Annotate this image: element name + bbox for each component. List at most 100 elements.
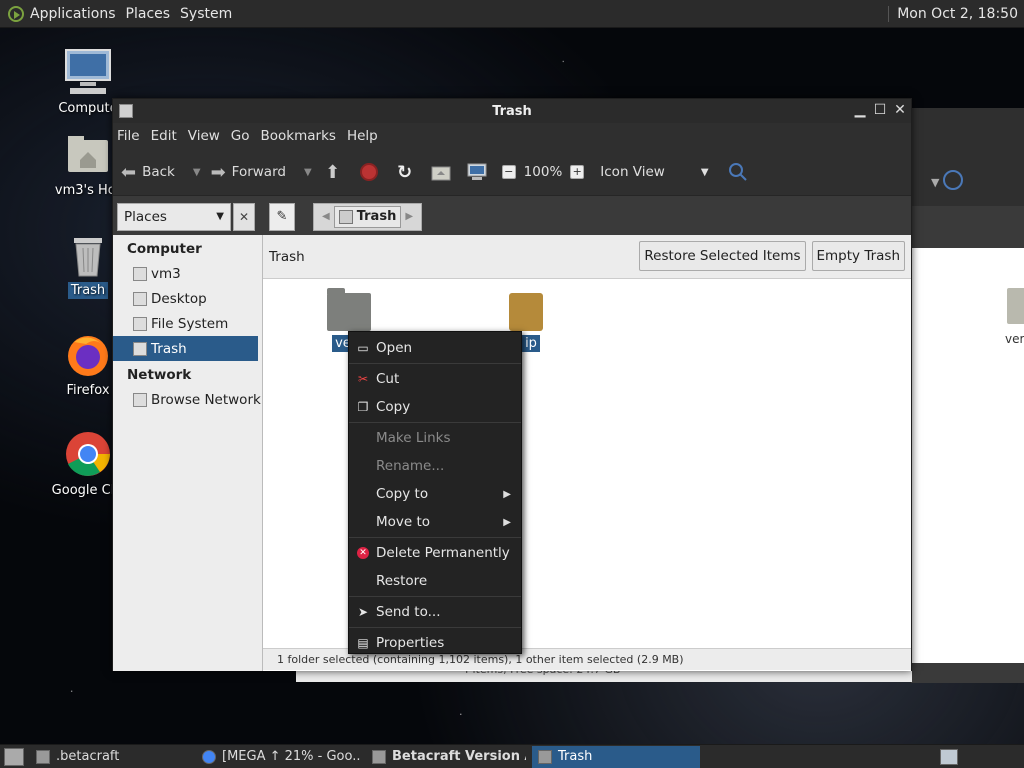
menu-applications[interactable]: Applications [30, 6, 116, 22]
folder-icon [36, 749, 50, 764]
menu-separator [349, 596, 521, 597]
arrow-right-icon: ➡ [210, 161, 226, 183]
menu-edit[interactable]: Edit [151, 128, 177, 144]
open-icon: ▭ [357, 341, 369, 355]
toolbar: ⬅ Back ▼ ➡ Forward ▼ ⬆ ↻ − 100% + Icon V… [113, 149, 911, 195]
menubar: File Edit View Go Bookmarks Help [113, 123, 911, 149]
home-folder-icon [133, 266, 147, 281]
menu-item-restore[interactable]: Restore [349, 567, 521, 595]
menu-item-move-to[interactable]: Move to ▶ [349, 508, 521, 536]
search-button[interactable] [727, 161, 749, 183]
menu-help[interactable]: Help [347, 128, 378, 144]
menu-bookmarks[interactable]: Bookmarks [261, 128, 336, 144]
home-button[interactable] [430, 161, 452, 183]
task-trash[interactable]: Trash [532, 745, 700, 768]
menu-item-send-to[interactable]: ➤ Send to... [349, 598, 521, 626]
back-history-dropdown[interactable]: ▼ [193, 167, 201, 178]
zoom-out-button[interactable]: − [501, 165, 516, 179]
path-right-arrow[interactable]: ▶ [401, 211, 417, 222]
arrow-left-icon: ⬅ [121, 161, 137, 183]
minimize-button[interactable]: ▁ [853, 102, 867, 118]
menu-item-open[interactable]: ▭ Open [349, 334, 521, 362]
task-label: [MEGA ↑ 21% - Goo... [222, 749, 360, 764]
stop-button[interactable] [358, 161, 380, 183]
menu-item-properties[interactable]: ▤ Properties [349, 629, 521, 657]
menu-item-copy[interactable]: ❐ Copy [349, 393, 521, 421]
app-icon [372, 749, 386, 764]
menu-item-label: Send to... [376, 604, 441, 620]
menu-go[interactable]: Go [231, 128, 250, 144]
search-icon[interactable] [943, 170, 963, 190]
delete-icon: ✕ [355, 545, 371, 561]
chevron-right-icon: ▶ [503, 488, 511, 500]
background-window[interactable]: ▼ vers [910, 108, 1024, 683]
trash-infobar: Trash Restore Selected Items Empty Trash [263, 235, 911, 279]
task-chrome[interactable]: [MEGA ↑ 21% - Goo... [196, 746, 360, 768]
workspace-switcher[interactable] [940, 748, 958, 765]
forward-button[interactable]: ➡ Forward ▼ [211, 162, 312, 183]
sidebar-item-label: Desktop [151, 290, 207, 307]
menu-file[interactable]: File [117, 128, 140, 144]
forward-history-dropdown[interactable]: ▼ [304, 167, 312, 178]
bg-toolbar: ▼ [911, 108, 1024, 206]
path-left-arrow[interactable]: ◀ [318, 211, 334, 222]
sidebar-item-vm3[interactable]: vm3 [113, 261, 262, 286]
view-mode-label: Icon View [600, 164, 665, 180]
sidebar-item-file-system[interactable]: File System [113, 311, 262, 336]
menu-item-label: Delete Permanently [376, 545, 510, 561]
firefox-icon [64, 330, 112, 378]
computer-button[interactable] [466, 161, 488, 183]
view-mode-select[interactable]: Icon View ▼ [600, 164, 708, 180]
bg-file-label: vers [1005, 332, 1024, 346]
sidebar-item-browse-network[interactable]: Browse Network [113, 387, 262, 412]
restore-selected-button[interactable]: Restore Selected Items [639, 241, 806, 271]
task-betacraft-version[interactable]: Betacraft Version A... [366, 746, 526, 768]
reload-button[interactable]: ↻ [394, 161, 416, 183]
chrome-icon [202, 749, 216, 764]
breadcrumb-trash[interactable]: Trash [333, 205, 402, 228]
menu-view[interactable]: View [188, 128, 220, 144]
network-icon [133, 392, 147, 407]
menu-separator [349, 537, 521, 538]
up-button[interactable]: ⬆ [322, 161, 344, 183]
distro-logo-icon[interactable] [8, 5, 24, 22]
zoom-level: 100% [523, 164, 563, 180]
menu-separator [349, 627, 521, 628]
titlebar[interactable]: Trash ▁ ☐ ✕ [113, 99, 911, 123]
close-button[interactable]: ✕ [893, 102, 907, 118]
menu-item-label: Move to [376, 514, 431, 530]
menu-item-label: Rename... [376, 458, 445, 474]
chevron-down-icon[interactable]: ▼ [931, 176, 939, 189]
file-label: ip [522, 335, 540, 352]
menu-item-label: Copy [376, 399, 411, 415]
menu-item-label: Restore [376, 573, 428, 589]
computer-icon [467, 163, 487, 180]
menu-item-copy-to[interactable]: Copy to ▶ [349, 480, 521, 508]
task-label: Trash [558, 749, 593, 764]
chrome-icon [64, 430, 112, 478]
menu-places[interactable]: Places [126, 6, 171, 22]
empty-trash-button[interactable]: Empty Trash [811, 241, 905, 271]
menu-system[interactable]: System [180, 6, 232, 22]
edit-location-button[interactable]: ✎ [269, 202, 295, 231]
show-desktop-button[interactable] [4, 747, 24, 766]
menu-item-cut[interactable]: ✂ Cut [349, 365, 521, 393]
task-betacraft[interactable]: .betacraft [30, 746, 190, 768]
maximize-button[interactable]: ☐ [873, 102, 887, 118]
trash-icon [64, 230, 112, 278]
sidebar-item-label: Trash [151, 340, 187, 357]
window-title: Trash [492, 103, 532, 119]
copy-icon: ❐ [357, 400, 369, 414]
sidebar-mode-select[interactable]: Places ▼ [117, 202, 231, 231]
send-icon: ➤ [357, 605, 369, 619]
sidebar-mode-label: Places [124, 208, 167, 225]
close-sidebar-button[interactable]: ✕ [233, 202, 255, 231]
sidebar-item-trash[interactable]: Trash [113, 336, 258, 361]
folder-icon[interactable] [1007, 288, 1024, 324]
sidebar-item-desktop[interactable]: Desktop [113, 286, 262, 311]
trash-icon [133, 341, 147, 356]
menu-item-delete-permanently[interactable]: ✕ Delete Permanently [349, 539, 521, 567]
clock[interactable]: Mon Oct 2, 18:50 [888, 5, 1018, 22]
zoom-in-button[interactable]: + [570, 165, 585, 179]
back-button[interactable]: ⬅ Back ▼ [121, 162, 201, 183]
